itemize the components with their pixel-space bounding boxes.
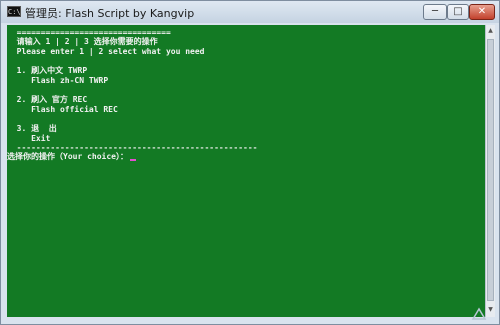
app-icon[interactable]: C:\: [7, 6, 21, 17]
option-1-en: Flash zh-CN TWRP: [7, 76, 109, 85]
vertical-scrollbar[interactable]: ▲ ▼: [485, 25, 495, 317]
close-button[interactable]: ✕: [469, 4, 495, 20]
window-title: 管理员: Flash Script by Kangvip: [25, 7, 195, 20]
option-2-en: Flash official REC: [7, 105, 118, 114]
text-cursor: [129, 159, 136, 161]
maximize-button[interactable]: □: [447, 4, 469, 20]
scroll-down-icon[interactable]: ▼: [486, 304, 495, 316]
console-window: C:\ 管理员: Flash Script by Kangvip ─ □ ✕ =…: [0, 0, 500, 325]
prompt-cn: 请输入 1 | 2 | 3 选择你需要的操作: [7, 37, 158, 46]
watermark-icon: [471, 307, 487, 320]
option-3-cn: 3. 退 出: [7, 124, 57, 133]
title-bar[interactable]: C:\ 管理员: Flash Script by Kangvip ─ □ ✕: [1, 1, 499, 23]
minimize-button[interactable]: ─: [423, 4, 447, 20]
console-output[interactable]: ================================ 请输入 1 |…: [7, 25, 485, 317]
option-2-cn: 2. 刷入 官方 REC: [7, 95, 88, 104]
input-line[interactable]: 选择你的操作（Your choice）：: [7, 152, 136, 162]
scroll-up-icon[interactable]: ▲: [486, 25, 495, 37]
option-1-cn: 1. 刷入中文 TWRP: [7, 66, 88, 75]
input-prompt: 选择你的操作（Your choice）：: [7, 152, 128, 161]
scrollbar-thumb[interactable]: [487, 39, 494, 301]
prompt-en: Please enter 1 | 2 select what you need: [7, 47, 205, 56]
